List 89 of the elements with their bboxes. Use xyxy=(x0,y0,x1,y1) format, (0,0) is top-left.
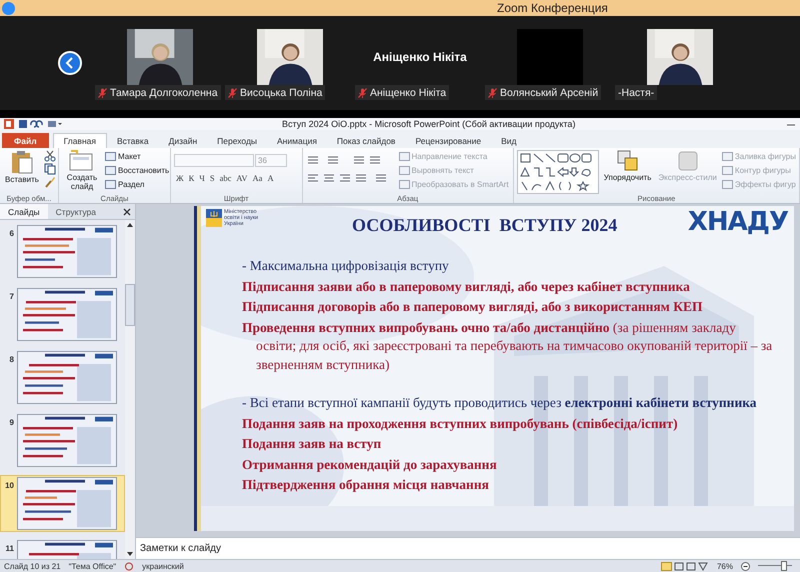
slide-thumbnail[interactable] xyxy=(17,414,117,467)
ribbon-tab[interactable]: Главная xyxy=(52,133,107,148)
slide-thumbnail[interactable] xyxy=(17,477,117,530)
new-slide-button[interactable]: Создать слайд xyxy=(62,150,102,191)
video-off-area xyxy=(517,29,583,85)
language-indicator[interactable]: украинский xyxy=(142,562,184,570)
participant-name: Тамара Долгоколенна xyxy=(110,86,218,98)
zoom-level: 76% xyxy=(716,562,733,570)
slide-text: Підтвердження обрання місця навчання xyxy=(242,476,490,494)
slide-number: 6 xyxy=(8,228,14,238)
muted-mic-icon xyxy=(358,88,367,98)
brush-icon[interactable] xyxy=(44,176,56,188)
format-button[interactable]: Aa xyxy=(250,173,264,183)
spelling-check-icon[interactable] xyxy=(124,562,134,570)
slide-counter: Слайд 10 из 21 xyxy=(4,562,61,570)
clipboard-icon xyxy=(10,150,33,174)
slide-number: 9 xyxy=(8,417,14,427)
ribbon-tab[interactable]: Переходы xyxy=(207,133,268,148)
slide-thumbnail[interactable] xyxy=(17,351,117,404)
participant-name: Аніщенко Нікіта xyxy=(373,50,467,64)
format-button[interactable]: abc xyxy=(218,173,234,183)
arrange-button[interactable]: Упорядочить xyxy=(602,150,654,182)
quick-access-toolbar[interactable] xyxy=(18,119,62,129)
slide-text: - Максимальна цифровізація вступу xyxy=(242,257,450,275)
slide-thumbnail[interactable] xyxy=(17,225,117,278)
format-button[interactable]: Ж xyxy=(174,173,186,183)
window-title: Zoom Конференция xyxy=(497,1,608,15)
ribbon-tab[interactable]: Вставка xyxy=(106,133,159,148)
university-logo: ХНАДУ xyxy=(688,209,788,235)
scissors-icon[interactable] xyxy=(44,150,56,162)
slide-layout-icon xyxy=(105,152,116,161)
format-button[interactable]: A xyxy=(265,173,276,183)
slide-number: 11 xyxy=(4,543,14,553)
panel-tab[interactable]: Структура xyxy=(48,204,104,219)
slide-text: Проведення вступних випробувань очно та/або дистанційно (за рішенням закладу освіти; для осіб, які зареєстровані та перебувають на тимчасово окупованій території – за зверненням вступника) xyxy=(242,318,774,374)
copy-icon[interactable] xyxy=(44,163,56,175)
theme-name: "Тема Office" xyxy=(68,562,116,570)
format-button[interactable]: S xyxy=(208,173,217,183)
ribbon-tab[interactable]: Рецензирование xyxy=(405,133,492,148)
scroll-up-icon[interactable] xyxy=(126,222,134,228)
coat-of-arms-icon xyxy=(206,209,222,227)
ribbon-tab[interactable]: Файл xyxy=(2,133,49,148)
new-slide-icon xyxy=(69,150,95,172)
slide-title: ОСОБЛИВОСТІ ВСТУПУ 2024 xyxy=(352,215,618,236)
notes-field[interactable]: Заметки к слайду xyxy=(136,538,800,559)
slide-layout-icon xyxy=(105,166,116,175)
slide-layout-icon xyxy=(105,180,116,189)
slide-text: Підписання заяви або в паперовому вигляді, або через кабінет вступника xyxy=(242,278,691,296)
font-name-field[interactable] xyxy=(174,154,254,167)
scrollbar[interactable] xyxy=(125,220,135,559)
arrange-icon xyxy=(616,150,639,172)
participant-name: Аніщенко Нікіта xyxy=(370,86,446,98)
format-button[interactable]: AV xyxy=(234,173,250,183)
scrollbar-thumb[interactable] xyxy=(125,284,135,326)
slide-text: Подання заяв на вступ xyxy=(242,435,382,453)
muted-mic-icon xyxy=(488,88,497,98)
format-button[interactable]: К xyxy=(186,173,196,183)
previous-page-button[interactable] xyxy=(58,51,82,75)
ribbon-button[interactable]: Раздел xyxy=(105,178,170,191)
ribbon-tab[interactable]: Анимация xyxy=(267,133,327,148)
close-icon[interactable] xyxy=(123,208,131,216)
ribbon-tab[interactable]: Дизайн xyxy=(158,133,208,148)
slide-thumbnail[interactable] xyxy=(17,288,117,341)
panel-tab[interactable]: Слайды xyxy=(0,204,48,219)
ribbon-button[interactable]: Макет xyxy=(105,150,170,163)
paste-button[interactable]: Вставить xyxy=(3,150,41,184)
scroll-down-icon[interactable] xyxy=(126,551,134,557)
participant-name: Висоцька Поліна xyxy=(240,86,322,98)
muted-mic-icon xyxy=(98,88,107,98)
ribbon-tab[interactable]: Вид xyxy=(491,133,526,148)
zoom-logo-icon xyxy=(2,2,15,14)
shapes-gallery[interactable] xyxy=(516,150,599,194)
slide-number: 10 xyxy=(4,480,14,490)
muted-mic-icon xyxy=(228,88,237,98)
ribbon-tab[interactable]: Показ слайдов xyxy=(326,133,406,148)
slide-number: 8 xyxy=(8,354,14,364)
zoom-out-icon[interactable] xyxy=(741,562,750,570)
ribbon-button[interactable]: Восстановить xyxy=(105,164,170,177)
slide-text: - Всі етапи вступної кампанії будуть проводитись через електронні кабінети вступника xyxy=(242,394,758,412)
window-title: Вступ 2024 ОіО.pptx - Microsoft PowerPoint (Сбой активации продукта) xyxy=(282,119,576,129)
participant-name: -Настя- xyxy=(618,86,654,98)
view-buttons-drawing[interactable] xyxy=(660,562,709,570)
participant-name: Волянський Арсеній xyxy=(500,86,598,98)
format-button[interactable]: Ч xyxy=(197,173,207,183)
slide-number: 7 xyxy=(8,291,14,301)
quick-styles-icon xyxy=(676,150,699,172)
slide-text: Підписання договорів або в паперовому вигляді, або з використанням КЕП xyxy=(242,298,704,316)
slide-text: Отримання рекомендацій до зарахування xyxy=(242,456,498,474)
slide-text: Подання заяв на проходження вступних випробувань (співбесіда/іспит) xyxy=(242,414,679,433)
